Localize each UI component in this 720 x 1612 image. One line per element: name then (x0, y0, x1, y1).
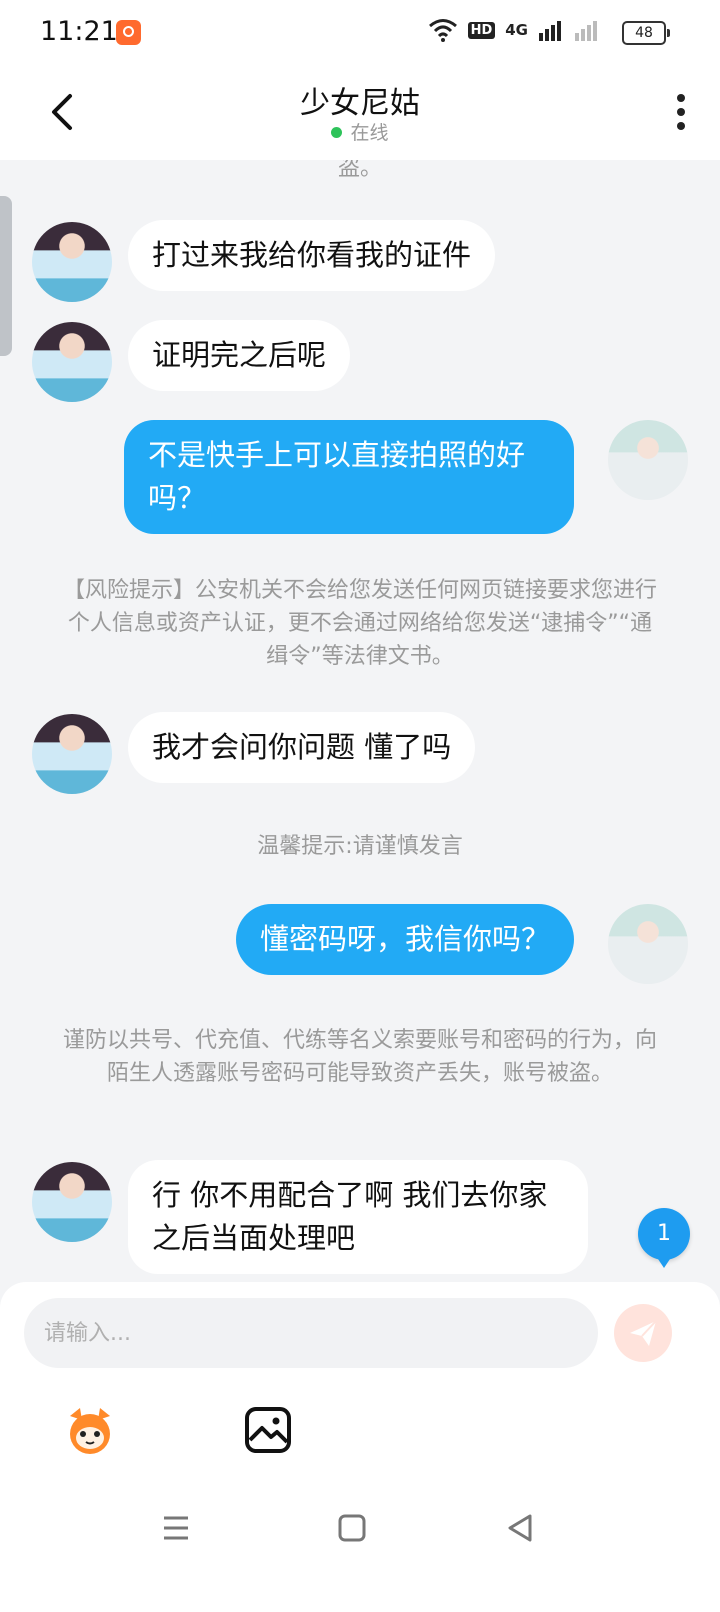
image-button[interactable] (240, 1402, 296, 1458)
online-dot-icon (331, 127, 343, 138)
chat-title: 少女尼姑 (300, 86, 420, 121)
battery-indicator: 48 (622, 21, 670, 45)
contact-avatar[interactable] (32, 714, 112, 794)
hd-icon: HD (467, 21, 496, 39)
status-bar: 11:21 HD 4G 48 (0, 0, 720, 64)
message-outgoing[interactable]: 懂密码呀，我信你吗？ (235, 904, 574, 975)
wifi-icon (428, 19, 457, 42)
signal-2-icon (575, 21, 597, 41)
message-input[interactable] (24, 1298, 598, 1368)
account-safety-notice: 谨防以共号、代充值、代练等名义索要账号和密码的行为，向陌生人透露账号密码可能导致… (62, 1028, 657, 1086)
app-notification-icon (116, 20, 141, 45)
message-list[interactable]: 盗。 打过来我给你看我的证件 证明完之后呢 不是快手上可以直接拍照的好吗？ 【风… (0, 160, 720, 1320)
signal-icon (539, 21, 561, 41)
message-incoming[interactable]: 证明完之后呢 (128, 320, 351, 391)
contact-avatar[interactable] (32, 222, 112, 302)
online-status: 在线 (0, 118, 720, 145)
emoji-button[interactable] (62, 1402, 118, 1458)
network-type-label: 4G (505, 21, 528, 39)
system-notice-partial: 盗。 (337, 160, 382, 181)
caution-tip: 温馨提示:请谨慎发言 (257, 834, 463, 859)
more-options-button[interactable] (674, 92, 688, 132)
status-time: 11:21 (40, 16, 118, 47)
chat-header: 少女尼姑 在线 (0, 64, 720, 160)
back-nav-button[interactable] (500, 1508, 540, 1548)
message-outgoing[interactable]: 不是快手上可以直接拍照的好吗？ (124, 420, 574, 534)
send-button[interactable] (614, 1304, 672, 1362)
scrollbar[interactable] (0, 196, 12, 356)
image-icon (245, 1407, 291, 1453)
mascot-emoji-icon (70, 1408, 110, 1454)
send-icon (630, 1320, 657, 1346)
message-incoming[interactable]: 打过来我给你看我的证件 (128, 220, 496, 291)
self-avatar[interactable] (608, 420, 688, 500)
message-incoming[interactable]: 我才会问你问题 懂了吗 (128, 712, 476, 783)
menu-nav-button[interactable] (156, 1508, 196, 1548)
message-incoming[interactable]: 行 你不用配合了啊 我们去你家之后当面处理吧 (128, 1160, 588, 1274)
contact-avatar[interactable] (32, 1162, 112, 1242)
self-avatar[interactable] (608, 904, 688, 984)
risk-warning-notice: 【风险提示】公安机关不会给您发送任何网页链接要求您进行个人信息或资产认证，更不会… (62, 578, 657, 669)
system-nav-bar (0, 1482, 720, 1612)
unread-count-badge[interactable]: 1 (638, 1208, 690, 1268)
contact-avatar[interactable] (32, 322, 112, 402)
home-nav-button[interactable] (332, 1508, 372, 1548)
online-status-label: 在线 (350, 122, 389, 144)
composer (0, 1282, 720, 1482)
status-indicators: HD 4G (428, 18, 600, 42)
